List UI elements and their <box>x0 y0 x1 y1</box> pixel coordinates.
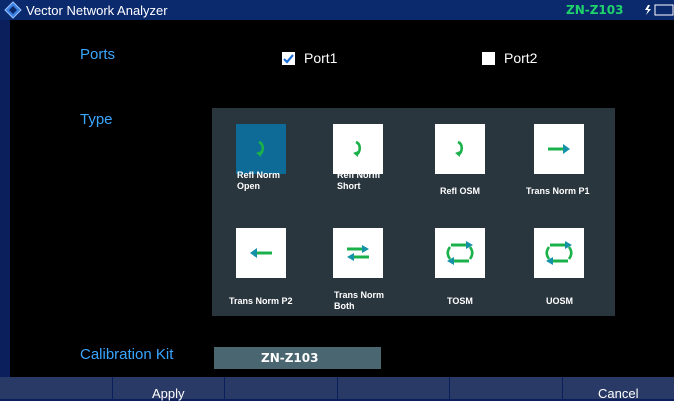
arrows-both-icon <box>333 228 383 278</box>
calibration-kit-select[interactable]: ZN-Z103 <box>214 347 381 369</box>
tosm-icon <box>435 228 485 278</box>
cal-type-trans-norm-p2[interactable]: Trans Norm P2 <box>212 212 298 304</box>
rs-diamond-icon <box>4 1 22 19</box>
softkey-5[interactable] <box>449 377 562 399</box>
arrow-left-icon <box>236 228 286 278</box>
cal-type-refl-norm-open[interactable]: Refl Norm Open <box>212 108 298 200</box>
checkbox-unchecked-icon <box>482 52 495 65</box>
port2-label: Port2 <box>504 50 537 66</box>
cal-type-trans-norm-both[interactable]: Trans Norm Both <box>309 212 395 304</box>
checkbox-checked-icon <box>282 52 295 65</box>
port1-checkbox[interactable]: Port1 <box>282 50 337 66</box>
title-bar: Vector Network Analyzer ZN-Z103 <box>0 0 674 20</box>
softkey-bar: Apply Cancel <box>0 377 674 399</box>
calibration-panel: Ports Port1 Port2 Type Refl Norm Open Re… <box>10 20 674 377</box>
type-label: Type <box>80 111 113 128</box>
cal-type-refl-norm-short[interactable]: Refl Norm Short <box>309 108 395 200</box>
calibration-kit-value: ZN-Z103 <box>261 351 318 365</box>
port1-label: Port1 <box>304 50 337 66</box>
app-title: Vector Network Analyzer <box>26 3 168 18</box>
softkey-4[interactable] <box>337 377 450 399</box>
ports-label: Ports <box>80 46 115 63</box>
uosm-icon <box>534 228 584 278</box>
cal-type-label: Trans Norm P1 <box>526 186 626 197</box>
apply-button[interactable]: Apply <box>112 377 225 399</box>
cal-type-tosm[interactable]: TOSM <box>411 212 497 304</box>
softkey-1[interactable] <box>0 377 112 399</box>
cal-type-label: UOSM <box>546 296 646 307</box>
refl-norm-icon <box>333 124 383 174</box>
refl-osm-icon <box>435 124 485 174</box>
cal-type-trans-norm-p1[interactable]: Trans Norm P1 <box>510 108 596 200</box>
cal-type-refl-osm[interactable]: Refl OSM <box>411 108 497 200</box>
cal-type-uosm[interactable]: UOSM <box>510 212 596 304</box>
device-name: ZN-Z103 <box>566 3 623 17</box>
port2-checkbox[interactable]: Port2 <box>482 50 537 66</box>
cal-type-grid: Refl Norm Open Refl Norm Short Refl OSM … <box>212 108 615 316</box>
calibration-kit-label: Calibration Kit <box>80 346 173 363</box>
cancel-button[interactable]: Cancel <box>562 377 674 399</box>
arrow-right-icon <box>534 124 584 174</box>
softkey-3[interactable] <box>224 377 337 399</box>
refl-norm-icon <box>236 124 286 174</box>
battery-charging-icon <box>644 4 674 16</box>
